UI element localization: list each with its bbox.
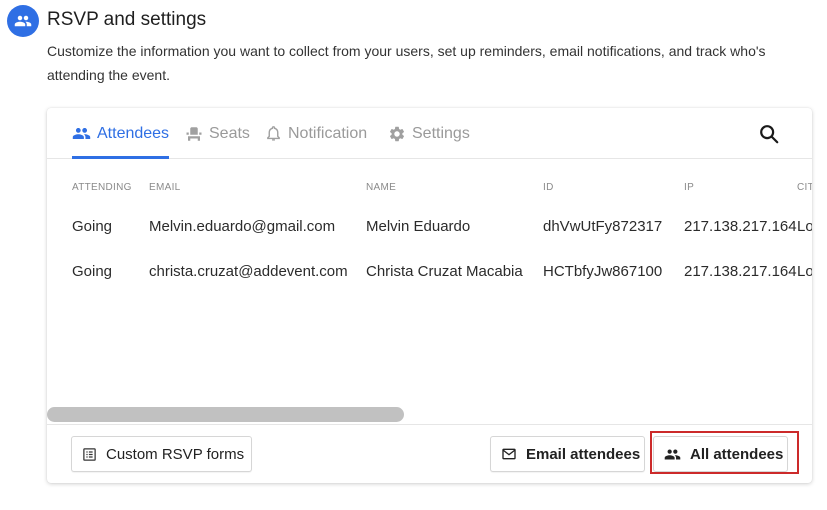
bell-icon <box>265 125 282 142</box>
cell-name: Melvin Eduardo <box>366 218 471 235</box>
cell-id: HCTbfyJw867100 <box>543 263 663 280</box>
cell-city: Lo <box>797 218 812 235</box>
cell-name: Christa Cruzat Macabia <box>366 263 523 280</box>
tab-label: Settings <box>412 124 470 142</box>
rsvp-people-icon <box>7 5 39 37</box>
custom-rsvp-forms-button[interactable]: Custom RSVP forms <box>71 436 252 472</box>
cell-ip: 217.138.217.164 <box>684 263 797 280</box>
seat-icon <box>185 125 203 143</box>
cell-id: dhVwUtFy872317 <box>543 218 663 235</box>
horizontal-scrollbar[interactable] <box>47 407 404 422</box>
page-title: RSVP and settings <box>47 9 207 30</box>
gear-icon <box>388 125 406 143</box>
cell-attending: Going <box>72 263 113 280</box>
button-label: Email attendees <box>526 445 641 463</box>
column-header-attending[interactable]: ATTENDING <box>72 182 132 193</box>
tab-settings[interactable]: Settings <box>388 108 470 159</box>
cell-email: christa.cruzat@addevent.com <box>149 263 348 280</box>
button-label: Custom RSVP forms <box>106 445 245 463</box>
search-icon <box>758 123 780 145</box>
people-icon <box>72 124 91 143</box>
cell-attending: Going <box>72 218 113 235</box>
page-description: Customize the information you want to co… <box>47 43 766 83</box>
highlight-box <box>650 431 799 474</box>
tab-seats[interactable]: Seats <box>185 108 250 159</box>
search-button[interactable] <box>757 122 781 146</box>
cell-city: Lo <box>797 263 812 280</box>
column-header-city[interactable]: CIT <box>797 182 812 193</box>
column-header-name[interactable]: NAME <box>366 182 396 193</box>
cell-email: Melvin.eduardo@gmail.com <box>149 218 336 235</box>
column-header-id[interactable]: ID <box>543 182 554 193</box>
attendees-card: Attendees Seats Notification Settings AT… <box>47 108 812 483</box>
tab-label: Attendees <box>97 124 170 142</box>
cell-ip: 217.138.217.164 <box>684 218 797 235</box>
column-header-ip[interactable]: IP <box>684 182 694 193</box>
tab-notification[interactable]: Notification <box>265 108 367 159</box>
email-attendees-button[interactable]: Email attendees <box>490 436 645 472</box>
tab-label: Notification <box>288 124 368 142</box>
column-header-email[interactable]: EMAIL <box>149 182 181 193</box>
mail-icon <box>501 446 517 462</box>
form-list-icon <box>82 447 97 462</box>
tab-bar: Attendees Seats Notification Settings <box>47 108 812 159</box>
tab-label: Seats <box>209 124 250 142</box>
tab-attendees[interactable]: Attendees <box>72 108 170 159</box>
